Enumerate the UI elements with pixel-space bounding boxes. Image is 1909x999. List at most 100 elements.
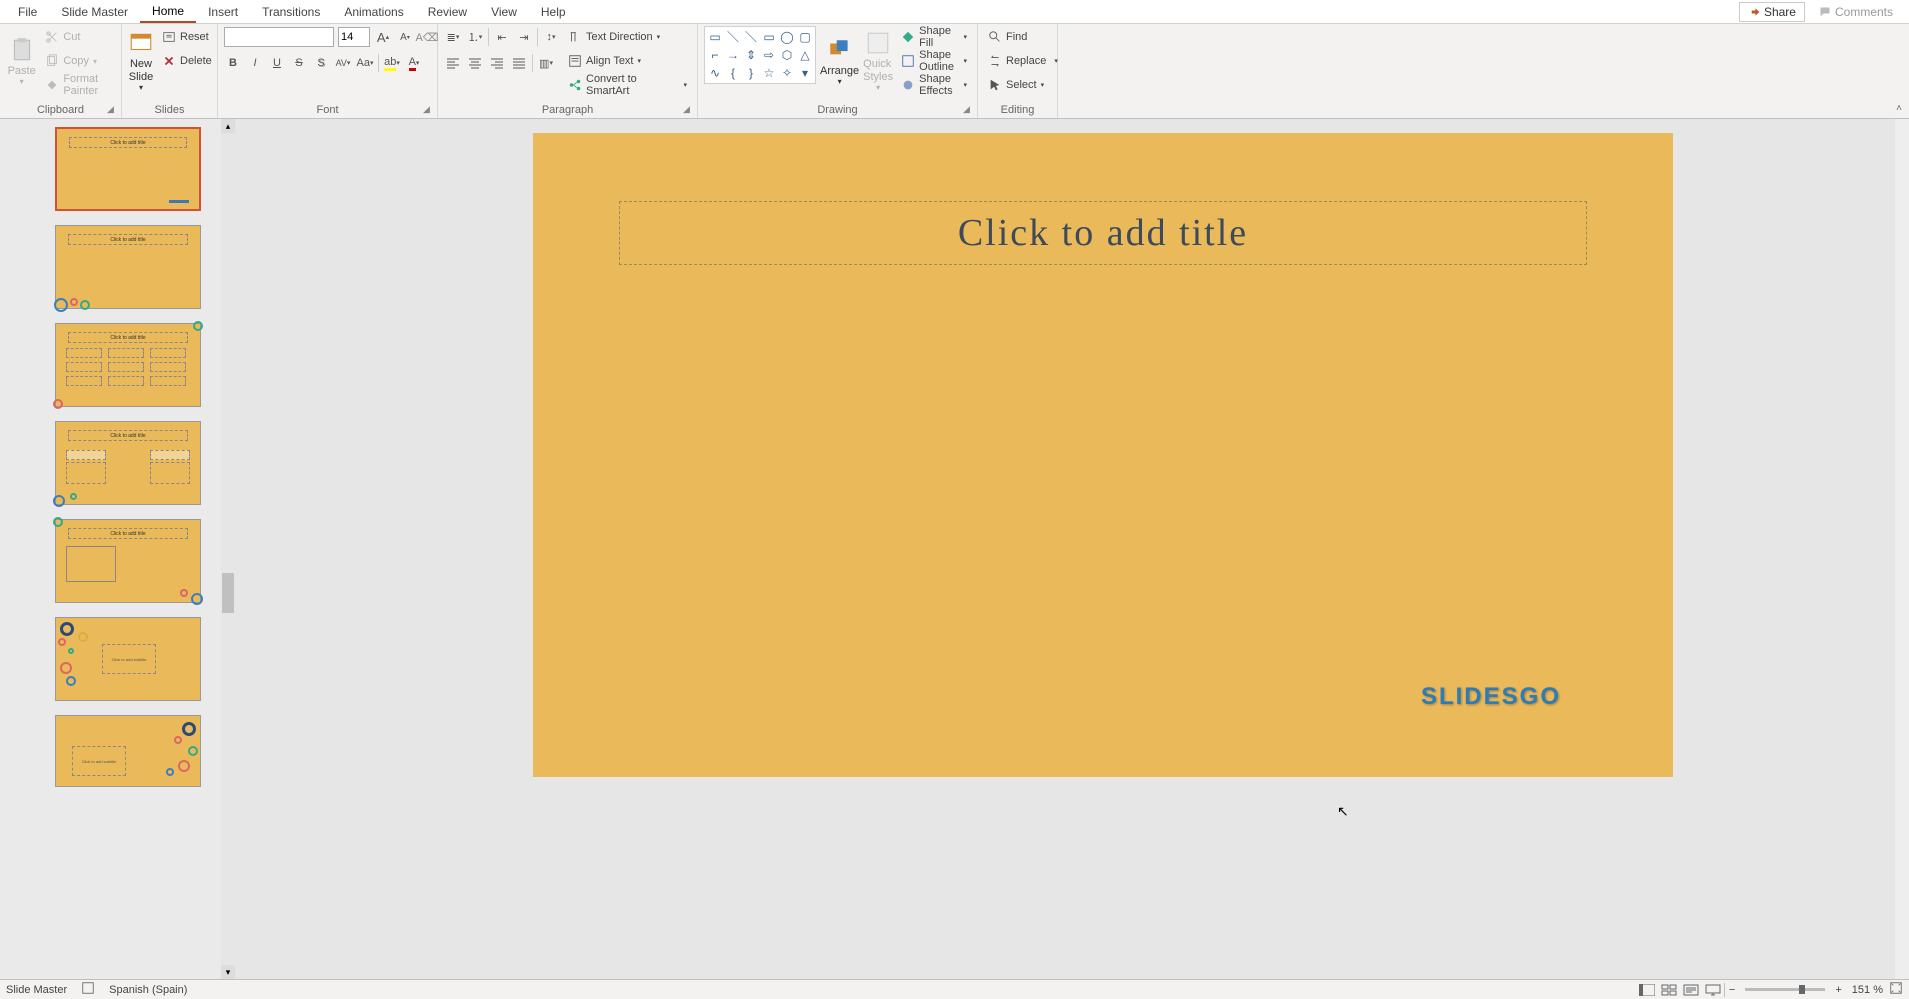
convert-smartart-button[interactable]: Convert to SmartArt▾ bbox=[564, 74, 691, 96]
shapes-gallery[interactable]: ▭ ＼ ＼ ▭ ◯ ▢ ⌐ → ⇕ ⇨ ⬡ △ ∿ { } ☆ ✧ ▾ bbox=[704, 26, 816, 84]
font-color-button[interactable]: A▾ bbox=[405, 54, 423, 72]
sorter-view-button[interactable] bbox=[1658, 982, 1680, 998]
font-launcher[interactable]: ◢ bbox=[423, 104, 435, 116]
shape-block-icon[interactable]: ⇨ bbox=[761, 47, 777, 63]
reading-view-button[interactable] bbox=[1680, 982, 1702, 998]
shape-rrect-icon[interactable]: ▢ bbox=[797, 29, 813, 45]
tab-transitions[interactable]: Transitions bbox=[250, 2, 332, 22]
tab-animations[interactable]: Animations bbox=[332, 2, 415, 22]
fit-window-button[interactable] bbox=[1889, 981, 1903, 998]
slide-canvas[interactable]: Click to add title SLIDESGO ↖ bbox=[235, 119, 1909, 979]
shape-fill-button[interactable]: Shape Fill▾ bbox=[897, 26, 971, 48]
layout-thumb-2[interactable]: Click to add title bbox=[55, 225, 201, 309]
shape-brace-r-icon[interactable]: } bbox=[743, 65, 759, 81]
shape-line2-icon[interactable]: ＼ bbox=[743, 29, 759, 45]
slideshow-view-button[interactable] bbox=[1702, 982, 1724, 998]
reset-button[interactable]: Reset bbox=[158, 26, 216, 48]
text-shadow-button[interactable]: S bbox=[312, 54, 330, 72]
canvas-vscroll[interactable] bbox=[1895, 119, 1909, 979]
align-text-button[interactable]: Align Text▾ bbox=[564, 50, 691, 72]
shape-hex-icon[interactable]: ⬡ bbox=[779, 47, 795, 63]
shape-effects-button[interactable]: Shape Effects▾ bbox=[897, 74, 971, 96]
paste-button[interactable]: Paste ▾ bbox=[6, 26, 37, 96]
thumb-scroll-down[interactable]: ▾ bbox=[221, 965, 235, 979]
slide-layout[interactable]: Click to add title SLIDESGO bbox=[533, 133, 1673, 777]
thumb-scroll-up[interactable]: ▴ bbox=[221, 119, 235, 133]
text-direction-button[interactable]: Text Direction▾ bbox=[564, 26, 691, 48]
increase-font-icon[interactable]: A▴ bbox=[374, 28, 392, 46]
delete-button[interactable]: Delete bbox=[158, 50, 216, 72]
replace-button[interactable]: Replace ▾ bbox=[984, 50, 1062, 72]
clipboard-launcher[interactable]: ◢ bbox=[107, 104, 119, 116]
align-right-button[interactable] bbox=[488, 54, 506, 72]
thumb-scroll-handle[interactable] bbox=[222, 573, 234, 613]
align-center-button[interactable] bbox=[466, 54, 484, 72]
status-language[interactable]: Spanish (Spain) bbox=[109, 984, 187, 996]
zoom-level[interactable]: 151 % bbox=[1852, 984, 1883, 996]
thumb-scrollbar[interactable] bbox=[221, 133, 235, 965]
shape-connector-icon[interactable]: ⌐ bbox=[707, 47, 723, 63]
tab-insert[interactable]: Insert bbox=[196, 2, 250, 22]
strikethrough-button[interactable]: S bbox=[290, 54, 308, 72]
italic-button[interactable]: I bbox=[246, 54, 264, 72]
tab-view[interactable]: View bbox=[479, 2, 529, 22]
character-spacing-button[interactable]: AV▾ bbox=[334, 54, 352, 72]
arrange-button[interactable]: Arrange ▾ bbox=[820, 26, 859, 96]
find-button[interactable]: Find bbox=[984, 26, 1062, 48]
justify-button[interactable] bbox=[510, 54, 528, 72]
format-painter-button[interactable]: Format Painter bbox=[41, 74, 115, 96]
shape-more-icon[interactable]: ▾ bbox=[797, 65, 813, 81]
zoom-slider-thumb[interactable] bbox=[1799, 985, 1805, 994]
shape-textbox-icon[interactable]: ▭ bbox=[707, 29, 723, 45]
change-case-button[interactable]: Aa▾ bbox=[356, 54, 374, 72]
cut-button[interactable]: Cut bbox=[41, 26, 115, 48]
tab-slide-master[interactable]: Slide Master bbox=[49, 2, 140, 22]
tab-review[interactable]: Review bbox=[416, 2, 479, 22]
shape-tri-icon[interactable]: △ bbox=[797, 47, 813, 63]
shape-brace-l-icon[interactable]: { bbox=[725, 65, 741, 81]
zoom-slider[interactable] bbox=[1745, 988, 1825, 991]
font-size-input[interactable] bbox=[338, 27, 370, 47]
clear-formatting-icon[interactable]: A⌫ bbox=[418, 28, 436, 46]
underline-button[interactable]: U bbox=[268, 54, 286, 72]
tab-help[interactable]: Help bbox=[529, 2, 578, 22]
decrease-indent-button[interactable]: ⇤ bbox=[493, 28, 511, 46]
drawing-launcher[interactable]: ◢ bbox=[963, 104, 975, 116]
layout-thumb-4[interactable]: Click to add title bbox=[55, 421, 201, 505]
copy-button[interactable]: Copy ▾ bbox=[41, 50, 115, 72]
shape-curve-icon[interactable]: ∿ bbox=[707, 65, 723, 81]
zoom-in-button[interactable]: + bbox=[1831, 984, 1845, 996]
columns-button[interactable]: ▥▾ bbox=[537, 54, 555, 72]
shape-rect-icon[interactable]: ▭ bbox=[761, 29, 777, 45]
collapse-ribbon-button[interactable]: ˄ bbox=[1889, 24, 1909, 118]
bold-button[interactable]: B bbox=[224, 54, 242, 72]
layout-thumb-3[interactable]: Click to add title bbox=[55, 323, 201, 407]
shape-oval-icon[interactable]: ◯ bbox=[779, 29, 795, 45]
layout-thumb-5[interactable]: Click to add title bbox=[55, 519, 201, 603]
tab-home[interactable]: Home bbox=[140, 1, 196, 23]
paragraph-launcher[interactable]: ◢ bbox=[683, 104, 695, 116]
bullets-button[interactable]: ≣▾ bbox=[444, 28, 462, 46]
shape-updown-icon[interactable]: ⇕ bbox=[743, 47, 759, 63]
font-name-input[interactable] bbox=[224, 27, 334, 47]
highlight-button[interactable]: ab▾ bbox=[383, 54, 401, 72]
shape-callout-icon[interactable]: ✧ bbox=[779, 65, 795, 81]
layout-thumb-7[interactable]: Click to add subtitle bbox=[55, 715, 201, 787]
align-left-button[interactable] bbox=[444, 54, 462, 72]
numbering-button[interactable]: ⒈▾ bbox=[466, 28, 484, 46]
decrease-font-icon[interactable]: A▾ bbox=[396, 28, 414, 46]
title-placeholder[interactable]: Click to add title bbox=[619, 201, 1587, 265]
accessibility-icon[interactable] bbox=[81, 981, 95, 998]
select-button[interactable]: Select▾ bbox=[984, 74, 1062, 96]
normal-view-button[interactable] bbox=[1636, 982, 1658, 998]
tab-file[interactable]: File bbox=[6, 2, 49, 22]
shape-star-icon[interactable]: ☆ bbox=[761, 65, 777, 81]
shape-outline-button[interactable]: Shape Outline▾ bbox=[897, 50, 971, 72]
zoom-out-button[interactable]: − bbox=[1725, 984, 1739, 996]
shape-arrow-icon[interactable]: → bbox=[725, 47, 741, 63]
quick-styles-button[interactable]: Quick Styles ▾ bbox=[863, 26, 893, 96]
layout-thumb-6[interactable]: Click to add subtitle bbox=[55, 617, 201, 701]
line-spacing-button[interactable]: ↕▾ bbox=[542, 28, 560, 46]
new-slide-button[interactable]: New Slide ▾ bbox=[128, 26, 154, 96]
layout-thumb-1[interactable]: Click to add title bbox=[55, 127, 201, 211]
